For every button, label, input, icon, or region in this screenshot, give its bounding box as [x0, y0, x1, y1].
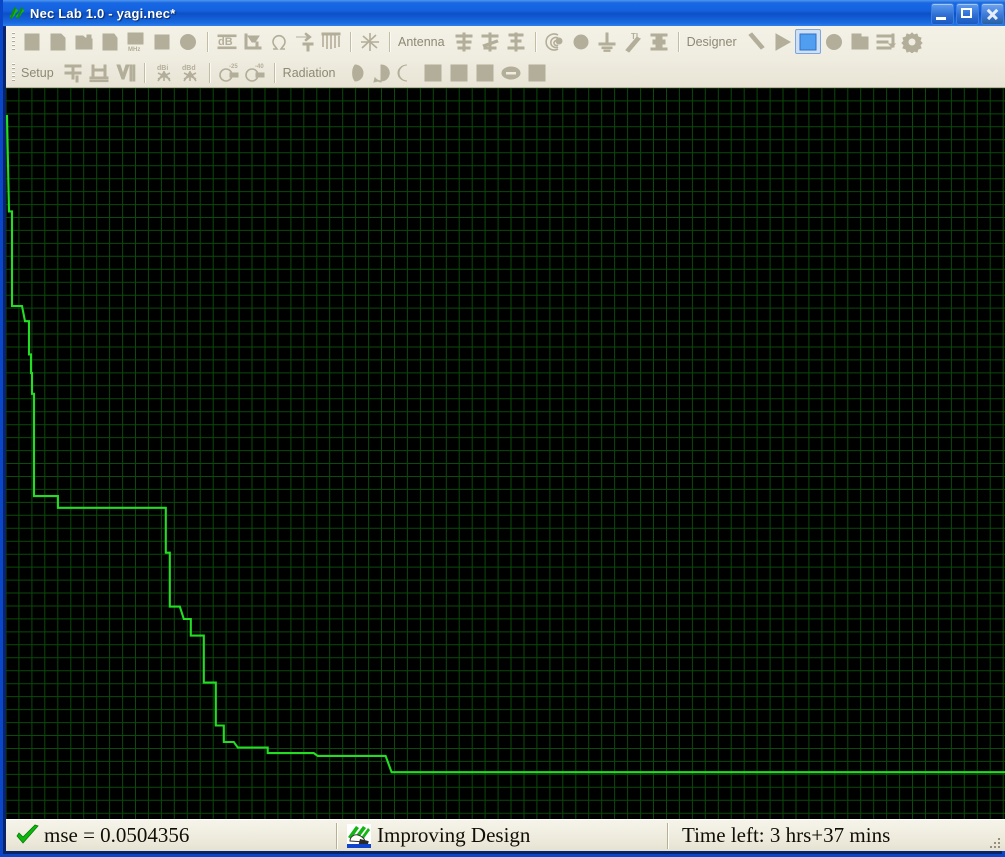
- nec-lab-window: Nec Lab 1.0 - yagi.nec* MHz dB Antenna T…: [0, 0, 1005, 857]
- ground-plane-button[interactable]: [594, 29, 620, 54]
- toolbar-area: MHz dB Antenna TL Designer Setup dBi dBd…: [6, 26, 1005, 88]
- svg-text:MHz: MHz: [128, 47, 140, 53]
- svg-text:-40: -40: [255, 64, 264, 70]
- svg-text:-25: -25: [229, 64, 238, 70]
- toolbar-separator: [677, 31, 679, 52]
- title-bar: Nec Lab 1.0 - yagi.nec*: [3, 0, 1005, 27]
- dipole-array-button[interactable]: [503, 29, 529, 54]
- impedance-button[interactable]: [266, 29, 292, 54]
- new-file-button[interactable]: [19, 29, 45, 54]
- designer-group-label: Designer: [686, 34, 737, 49]
- loop-antenna-button[interactable]: [568, 29, 594, 54]
- current-button[interactable]: [292, 29, 318, 54]
- radiation-pattern-1-button[interactable]: [342, 60, 368, 85]
- toolbar-separator: [143, 62, 145, 83]
- svg-text:dBi: dBi: [157, 65, 168, 72]
- settings-button[interactable]: [899, 29, 925, 54]
- smith-chart-button[interactable]: [318, 29, 344, 54]
- goal-circle-button[interactable]: [821, 29, 847, 54]
- resize-grip[interactable]: [989, 837, 1001, 849]
- window-controls: [931, 3, 1004, 25]
- scale-40db-button[interactable]: -40: [242, 60, 268, 85]
- log-periodic-button[interactable]: [477, 29, 503, 54]
- run-optimizer-button[interactable]: [769, 29, 795, 54]
- toolbar-separator: [207, 31, 208, 52]
- design-state-text: Improving Design: [377, 823, 531, 847]
- radiation-slice-button[interactable]: [498, 60, 524, 85]
- scale-25db-button[interactable]: -25: [216, 60, 242, 85]
- convergence-plot: [6, 88, 1005, 819]
- toolbar-separator: [534, 31, 536, 52]
- radiation-pattern-3-button[interactable]: [394, 60, 420, 85]
- toolbar-row-2: Setup dBi dBd -25 -40 Radiation: [6, 57, 1005, 87]
- plot-t-button[interactable]: [60, 60, 86, 85]
- design-line-button[interactable]: [743, 29, 769, 54]
- stop-optimizer-button[interactable]: [794, 29, 821, 54]
- vswr-button[interactable]: [240, 29, 266, 54]
- radiation-contour-button[interactable]: [472, 60, 498, 85]
- yagi-antenna-button[interactable]: [451, 29, 477, 54]
- dbd-pattern-button[interactable]: dBd: [177, 60, 203, 85]
- plot-v-button[interactable]: [112, 60, 138, 85]
- maximize-button[interactable]: [956, 3, 979, 25]
- close-button[interactable]: [981, 3, 1004, 25]
- variables-button[interactable]: [873, 29, 899, 54]
- plot-h-button[interactable]: [86, 60, 112, 85]
- toolbar-separator: [350, 31, 351, 52]
- time-left-text: Time left: 3 hrs+37 mins: [682, 823, 891, 847]
- radiation-group-label: Radiation: [282, 65, 336, 80]
- nec-lab-icon: [9, 5, 25, 21]
- toolbar-separator: [208, 62, 210, 83]
- dbi-pattern-button[interactable]: dBi: [151, 60, 177, 85]
- radiation-3d-button[interactable]: [420, 60, 446, 85]
- geometry-button[interactable]: [149, 29, 175, 54]
- toolbar-grip[interactable]: [12, 62, 15, 83]
- minimize-button[interactable]: [931, 3, 954, 25]
- constraints-button[interactable]: [847, 29, 873, 54]
- svg-text:dBd: dBd: [182, 65, 196, 72]
- toolbar-grip[interactable]: [12, 31, 15, 52]
- time-left-panel: Time left: 3 hrs+37 mins: [668, 822, 1005, 850]
- radiation-pattern-2-button[interactable]: [368, 60, 394, 85]
- window-title: Nec Lab 1.0 - yagi.nec*: [30, 5, 176, 21]
- helix-antenna-button[interactable]: [542, 29, 568, 54]
- wire-grid-button[interactable]: [357, 29, 383, 54]
- toolbar-row-1: MHz dB Antenna TL Designer: [6, 26, 1005, 57]
- radiation-export-button[interactable]: [524, 60, 550, 85]
- antenna-group-label: Antenna: [398, 34, 445, 49]
- design-state-panel: Improving Design: [337, 822, 667, 850]
- green-check-icon: [16, 824, 39, 844]
- mse-value-text: mse = 0.0504356: [44, 823, 190, 847]
- frequency-button[interactable]: MHz: [123, 29, 149, 54]
- radiation-surface-button[interactable]: [446, 60, 472, 85]
- tower-button[interactable]: [646, 29, 672, 54]
- pattern-button[interactable]: [175, 29, 201, 54]
- open-folder-button[interactable]: [71, 29, 97, 54]
- setup-group-label: Setup: [21, 65, 54, 80]
- toolbar-separator: [389, 31, 390, 52]
- save-file-button[interactable]: [97, 29, 123, 54]
- status-bar: mse = 0.0504356 Improving Design Time le…: [6, 819, 1005, 851]
- transmission-line-button[interactable]: TL: [620, 29, 646, 54]
- open-document-button[interactable]: [45, 29, 71, 54]
- gain-db-button[interactable]: dB: [214, 29, 240, 54]
- svg-text:dB: dB: [218, 36, 233, 48]
- convergence-plot-area[interactable]: [6, 88, 1005, 819]
- toolbar-separator: [273, 62, 275, 83]
- mse-status-panel: mse = 0.0504356: [6, 822, 336, 850]
- hard-hat-worker-icon: [347, 823, 371, 848]
